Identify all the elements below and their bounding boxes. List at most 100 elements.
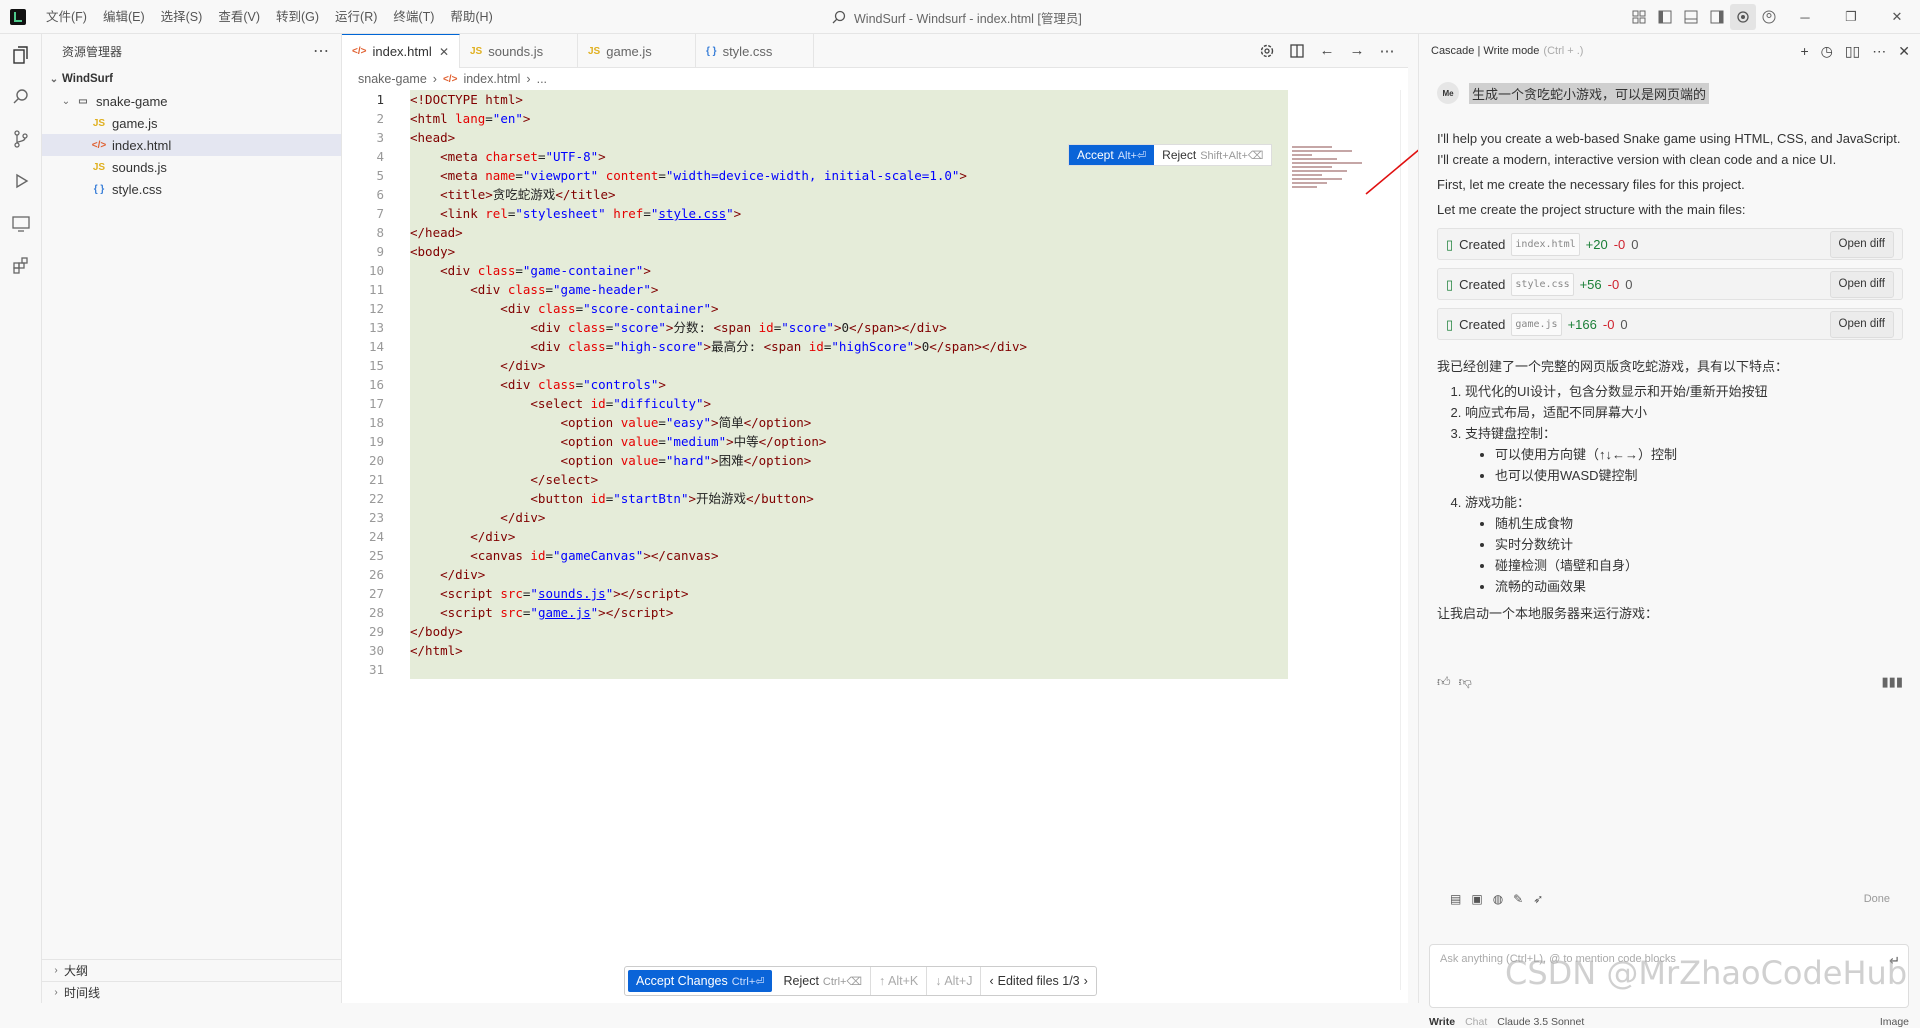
timeline-section[interactable]: › 时间线 (42, 981, 342, 1003)
title-bar: 文件(F) 编辑(E) 选择(S) 查看(V) 转到(G) 运行(R) 终端(T) 帮助(H)… (0, 0, 1920, 34)
layout-icon[interactable] (1626, 4, 1652, 30)
lines-added: +20 (1585, 236, 1608, 252)
arrow-right-icon[interactable]: → (1344, 38, 1370, 64)
file-created-icon: ▯ (1446, 276, 1454, 292)
closing-text: 让我启动一个本地服务器来运行游戏： (1437, 606, 1659, 621)
menu-item[interactable]: 运行(R) (327, 0, 385, 34)
code-content[interactable]: <!DOCTYPE html> <html lang="en"> <head> … (410, 90, 1027, 679)
menu-item[interactable]: 编辑(E) (95, 0, 153, 34)
breadcrumb-symbol[interactable]: ... (537, 72, 547, 86)
folder-snake-game[interactable]: ⌄ ▭ snake-game (42, 90, 341, 112)
file-item[interactable]: JS sounds.js (42, 156, 341, 178)
tools-icon[interactable]: ✎ (1513, 892, 1523, 906)
terminal-icon[interactable]: ▣ (1471, 892, 1482, 906)
code-line: <div class="high-score">最高分: <span id="h… (410, 339, 1028, 354)
created-file-card: ▯ Created style.css +56 -0 0 Open diff (1437, 268, 1903, 300)
arrow-left-icon[interactable]: ← (1314, 38, 1340, 64)
menu-item[interactable]: 选择(S) (153, 0, 211, 34)
minimize-button[interactable]: ─ (1782, 0, 1828, 34)
model-selector[interactable]: Claude 3.5 Sonnet (1497, 1016, 1584, 1028)
gear-icon[interactable] (1254, 38, 1280, 64)
close-window-button[interactable]: ✕ (1874, 0, 1920, 34)
open-diff-button[interactable]: Open diff (1829, 310, 1894, 338)
editor-scrollbar[interactable] (1400, 90, 1408, 990)
menu-item[interactable]: 终端(T) (385, 0, 442, 34)
menu-item[interactable]: 转到(G) (268, 0, 327, 34)
accept-shortcut: Alt+⏎ (1117, 149, 1147, 162)
extensions-icon[interactable] (0, 244, 42, 286)
source-control-icon[interactable] (0, 118, 42, 160)
breadcrumb-file[interactable]: index.html (463, 72, 520, 86)
chat-mode-toggle[interactable]: Chat (1465, 1016, 1487, 1028)
account-icon[interactable] (1756, 4, 1782, 30)
web-icon[interactable]: ◍ (1493, 892, 1503, 906)
created-file-name[interactable]: game.js (1511, 312, 1562, 336)
line-number: 15 (368, 358, 384, 373)
open-diff-button[interactable]: Open diff (1829, 230, 1894, 258)
command-center[interactable]: WindSurf - Windsurf - index.html [管理员] (832, 0, 1082, 34)
menu-item[interactable]: 文件(F) (38, 0, 95, 34)
menu-item[interactable]: 帮助(H) (442, 0, 500, 34)
accept-button[interactable]: Accept Alt+⏎ (1069, 145, 1155, 165)
stats-icon[interactable]: ▮▮▮ (1882, 674, 1903, 690)
toggle-panel-icon[interactable] (1678, 4, 1704, 30)
watermark: CSDN @MrZhaoCodeHub (1505, 954, 1908, 992)
thumbs-up-icon[interactable]: 👍︎ (1437, 674, 1451, 690)
cascade-footer: Write Chat Claude 3.5 Sonnet Image (1429, 1016, 1909, 1028)
chevron-right-icon[interactable]: › (1084, 974, 1088, 988)
close-icon[interactable]: ✕ (1898, 43, 1910, 60)
outline-section[interactable]: › 大纲 (42, 959, 342, 981)
chevron-left-icon[interactable]: ‹ (989, 974, 993, 988)
toggle-secondary-sidebar-icon[interactable] (1704, 4, 1730, 30)
editor-tab[interactable]: JS game.js (578, 34, 696, 68)
menu-item[interactable]: 查看(V) (210, 0, 268, 34)
new-chat-icon[interactable]: + (1800, 43, 1808, 60)
open-in-editor-icon[interactable]: ▯▯ (1845, 43, 1860, 60)
windsurf-settings-icon[interactable] (1730, 4, 1756, 30)
explorer-icon[interactable] (0, 34, 42, 76)
prev-change-button[interactable]: ↑ Alt+K (871, 967, 928, 995)
code-editor[interactable]: 1 2 3 4 5 6 7 8 9 10 11 12 13 14 15 16 17 18 19 20 21 22 23 24 2… (342, 90, 1408, 710)
more-actions-icon[interactable]: ⋯ (313, 41, 329, 61)
created-file-name[interactable]: index.html (1511, 232, 1580, 256)
user-message-text: 生成一个贪吃蛇小游戏，可以是网页端的 (1469, 82, 1710, 104)
editor-tab[interactable]: { } style.css (696, 34, 814, 68)
more-icon[interactable]: ⋯ (1872, 43, 1886, 60)
line-number: 25 (368, 548, 384, 563)
prev-change-label: ↑ Alt+K (879, 974, 919, 988)
search-icon[interactable] (0, 76, 42, 118)
workspace-root-label: WindSurf (62, 73, 113, 85)
image-upload-button[interactable]: Image (1880, 1016, 1909, 1028)
lines-changed: 0 (1620, 316, 1628, 332)
editor-tab[interactable]: </> index.html ✕ (342, 34, 460, 68)
accept-changes-button[interactable]: Accept Changes Ctrl+⏎ (628, 970, 773, 992)
thumbs-down-icon[interactable]: 👎︎ (1459, 674, 1472, 690)
code-line: <div class="game-container"> (410, 263, 651, 278)
next-change-button[interactable]: ↓ Alt+J (927, 967, 982, 995)
edited-files-nav[interactable]: ‹ Edited files 1/3 › (981, 967, 1095, 995)
breadcrumb-folder[interactable]: snake-game (358, 72, 427, 86)
created-file-name[interactable]: style.css (1511, 272, 1574, 296)
file-item[interactable]: { } style.css (42, 178, 341, 200)
file-context-icon[interactable]: ▤ (1450, 892, 1461, 906)
workspace-root[interactable]: ⌄ WindSurf (42, 68, 341, 90)
reject-button[interactable]: Reject Shift+Alt+⌫ (1154, 145, 1271, 165)
editor-tab[interactable]: JS sounds.js (460, 34, 578, 68)
run-debug-icon[interactable] (0, 160, 42, 202)
explorer-header: 资源管理器 ⋯ (42, 34, 341, 68)
toggle-sidebar-icon[interactable] (1652, 4, 1678, 30)
rocket-icon[interactable]: ➶ (1533, 892, 1543, 906)
file-item[interactable]: </> index.html (42, 134, 341, 156)
split-editor-icon[interactable] (1284, 38, 1310, 64)
close-icon[interactable]: ✕ (439, 45, 449, 59)
remote-explorer-icon[interactable] (0, 202, 42, 244)
restore-button[interactable]: ❐ (1828, 0, 1874, 34)
chevron-right-icon: › (432, 72, 437, 86)
reject-changes-button[interactable]: Reject Ctrl+⌫ (775, 967, 872, 995)
write-mode-toggle[interactable]: Write (1429, 1016, 1455, 1028)
file-item[interactable]: JS game.js (42, 112, 341, 134)
more-icon[interactable]: ⋯ (1374, 38, 1400, 64)
open-diff-button[interactable]: Open diff (1829, 270, 1894, 298)
code-line: <meta name="viewport" content="width=dev… (410, 168, 967, 183)
history-icon[interactable]: ◷ (1821, 43, 1833, 60)
